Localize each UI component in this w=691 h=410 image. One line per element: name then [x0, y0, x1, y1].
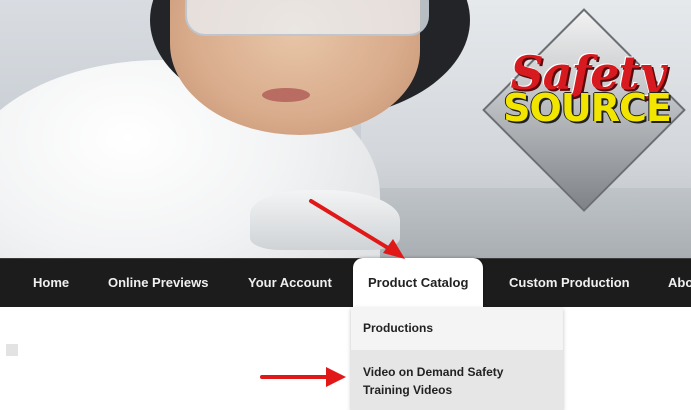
- nav-product-catalog[interactable]: Product Catalog: [353, 258, 484, 308]
- nav-custom-production[interactable]: Custom Production: [509, 259, 630, 307]
- product-catalog-dropdown: Productions Video on Demand Safety Train…: [351, 307, 563, 410]
- arrow-annotation-icon: [260, 367, 346, 387]
- dropdown-item-productions-label: Productions: [363, 321, 434, 335]
- main-nav: Home Online Previews Your Account Produc…: [0, 258, 691, 308]
- lips: [262, 88, 310, 102]
- nav-home[interactable]: Home: [33, 259, 69, 307]
- placeholder-square: [6, 344, 18, 356]
- dropdown-item-video-on-demand[interactable]: Video on Demand Safety Training Videos: [351, 350, 563, 410]
- arrow-annotation-icon: [309, 199, 405, 259]
- safety-goggles: [185, 0, 429, 36]
- nav-about[interactable]: Abo: [668, 259, 691, 307]
- safety-source-logo[interactable]: Safety SOURCE: [482, 8, 686, 248]
- nav-your-account[interactable]: Your Account: [248, 259, 332, 307]
- dropdown-item-vod-line-2: Training Videos: [363, 383, 453, 397]
- logo-bottom-word: SOURCE: [503, 86, 672, 130]
- dropdown-item-vod-line-1: Video on Demand Safety: [363, 365, 504, 379]
- dropdown-item-productions[interactable]: Productions: [351, 307, 563, 349]
- nav-online-previews[interactable]: Online Previews: [108, 259, 208, 307]
- dropdown-item-vod-text: Video on Demand Safety Training Videos: [363, 363, 503, 399]
